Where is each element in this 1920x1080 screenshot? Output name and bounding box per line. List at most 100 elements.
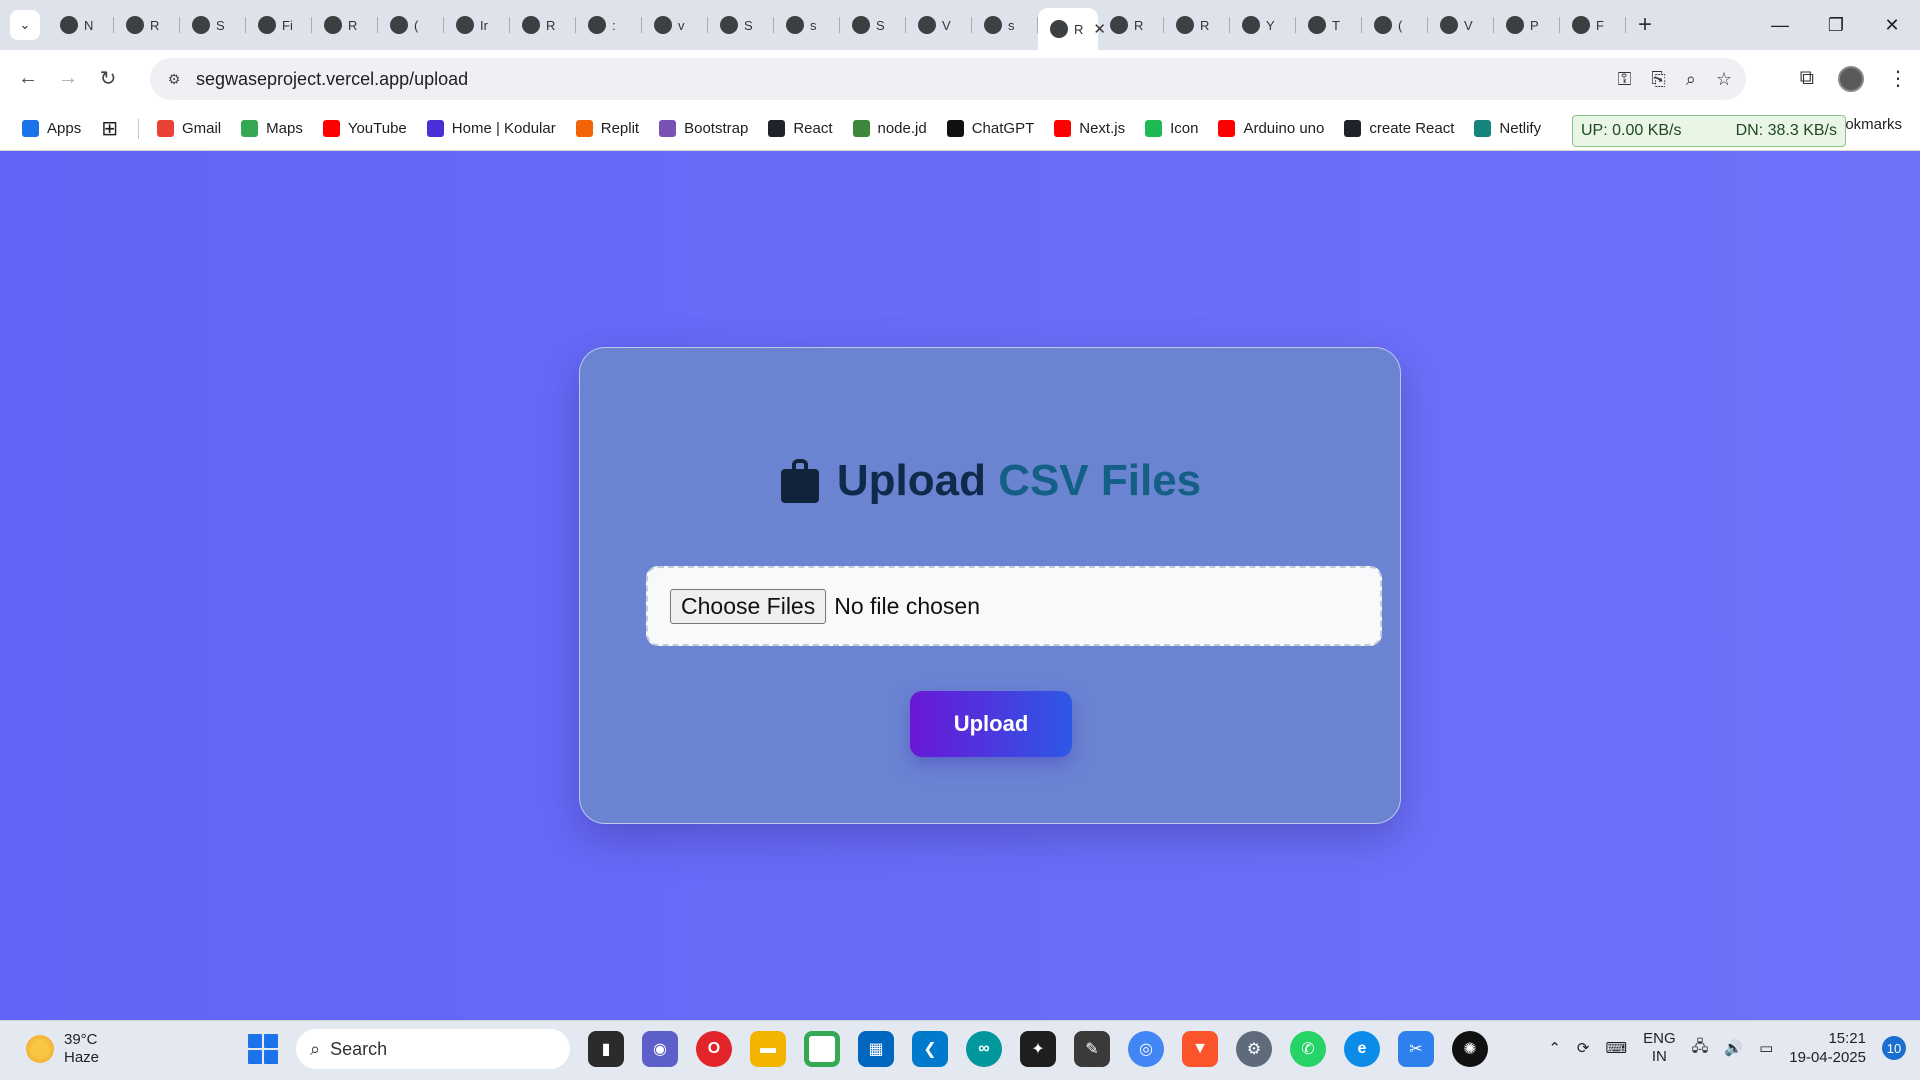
bookmark-item[interactable]: Maps (241, 120, 303, 137)
bookmark-item[interactable]: React (768, 120, 833, 137)
restore-icon[interactable]: ❐ (1808, 15, 1864, 36)
forward-arrow-icon[interactable]: → (48, 67, 88, 90)
apps-grid-icon[interactable]: ⊞ (101, 116, 118, 141)
browser-tab[interactable]: R (1164, 7, 1230, 43)
browser-tab[interactable]: R (510, 7, 576, 43)
weather-widget[interactable]: 39°C Haze (26, 1031, 99, 1067)
bookmark-item[interactable]: Bootstrap (659, 120, 748, 137)
bookmark-star-icon[interactable]: ☆ (1716, 69, 1732, 90)
browser-tab[interactable]: ( (378, 7, 444, 43)
tool-app-icon[interactable]: ✎ (1074, 1031, 1110, 1067)
title-text: Upload CSV Files (837, 456, 1201, 506)
url-text[interactable]: segwaseproject.vercel.app/upload (196, 69, 468, 90)
password-key-icon[interactable]: ⚿ (1618, 69, 1632, 90)
notification-badge[interactable]: 10 (1882, 1036, 1906, 1060)
bookmark-item[interactable]: Replit (575, 120, 639, 137)
shopping-bag-icon (780, 459, 819, 503)
edge-icon[interactable]: e (1344, 1031, 1380, 1067)
choose-files-button[interactable]: Choose Files (670, 588, 827, 624)
bookmark-item[interactable]: create React (1344, 120, 1454, 137)
task-view-icon[interactable]: ▮ (588, 1031, 624, 1067)
browser-tab[interactable]: : (576, 7, 642, 43)
back-arrow-icon[interactable]: ← (8, 67, 48, 90)
browser-tab[interactable]: R (1098, 7, 1164, 43)
bookmark-item[interactable]: node.jd (852, 120, 927, 137)
whatsapp-icon[interactable]: ✆ (1290, 1031, 1326, 1067)
browser-tab[interactable]: Ir (444, 7, 510, 43)
bookmark-item[interactable]: Next.js (1054, 120, 1125, 137)
bookmark-item[interactable]: YouTube (322, 120, 407, 137)
s-icon (1308, 16, 1326, 34)
close-window-icon[interactable]: ✕ (1864, 15, 1920, 36)
tab-title: s (1008, 17, 1015, 33)
minimize-icon[interactable]: — (1752, 15, 1808, 36)
browser-tab[interactable]: P (1494, 7, 1560, 43)
address-bar[interactable]: ⚙ segwaseproject.vercel.app/upload ⚿ ⎘ ⌕… (150, 58, 1746, 100)
battery-icon[interactable]: ▭ (1759, 1039, 1773, 1057)
figma-icon[interactable]: ✦ (1020, 1031, 1056, 1067)
openai-icon[interactable]: ✺ (1452, 1031, 1488, 1067)
extensions-icon[interactable]: ⧉ (1800, 67, 1814, 90)
browser-tab[interactable]: N (48, 7, 114, 43)
browser-tab[interactable]: R (114, 7, 180, 43)
sync-icon[interactable]: ⟳ (1577, 1039, 1590, 1057)
brave-icon[interactable]: ▼ (1182, 1031, 1218, 1067)
bookmark-item[interactable]: Icon (1145, 120, 1198, 137)
chevron-up-icon[interactable]: ⌃ (1548, 1039, 1561, 1057)
browser-tab[interactable]: F (1560, 7, 1626, 43)
keyboard-icon[interactable]: ⌨ (1605, 1039, 1627, 1057)
upload-speed: UP: 0.00 KB/s (1581, 122, 1682, 139)
tab-title: S (876, 17, 885, 33)
language-indicator[interactable]: ENG IN (1643, 1030, 1676, 1066)
bookmark-item[interactable]: Arduino uno (1218, 120, 1324, 137)
browser-tab[interactable]: Fi (246, 7, 312, 43)
browser-tab[interactable]: T (1296, 7, 1362, 43)
settings-gear-icon[interactable]: ⚙ (1236, 1031, 1272, 1067)
browser-tab[interactable]: S (708, 7, 774, 43)
reload-icon[interactable]: ↻ (88, 66, 128, 91)
browser-tab[interactable]: R (312, 7, 378, 43)
menu-kebab-icon[interactable]: ⋮ (1888, 66, 1908, 91)
chat-icon[interactable]: ◉ (642, 1031, 678, 1067)
all-bookmarks-label[interactable]: okmarks (1845, 116, 1902, 133)
arduino-icon[interactable]: ∞ (966, 1031, 1002, 1067)
clock[interactable]: 15:21 19-04-2025 (1789, 1029, 1866, 1067)
bookmark-item[interactable]: Home | Kodular (426, 120, 556, 137)
site-info-icon[interactable]: ⚙ (160, 65, 188, 93)
browser-tab[interactable]: s (774, 7, 840, 43)
browser-tab[interactable]: S (840, 7, 906, 43)
file-explorer-icon[interactable]: ▬ (750, 1031, 786, 1067)
bookmark-favicon-icon (241, 120, 259, 137)
profile-avatar[interactable] (1838, 65, 1864, 92)
zoom-icon[interactable]: ⌕ (1686, 69, 1696, 90)
install-app-icon[interactable]: ⎘ (1651, 69, 1665, 90)
browser-tab[interactable]: V (1428, 7, 1494, 43)
file-dropzone[interactable]: Choose Files No file chosen (646, 566, 1382, 646)
browser-tab[interactable]: S (180, 7, 246, 43)
new-tab-button[interactable]: + (1638, 11, 1652, 39)
network-icon[interactable]: 🖧 (1692, 1036, 1709, 1061)
snipping-tool-icon[interactable]: ✂ (1398, 1031, 1434, 1067)
store-icon[interactable]: ▦ (858, 1031, 894, 1067)
tab-search-button[interactable]: ⌄ (10, 10, 40, 40)
vscode-icon[interactable]: ❮ (912, 1031, 948, 1067)
upload-button[interactable]: Upload (910, 691, 1072, 757)
browser-tab[interactable]: R ✕ (1038, 8, 1106, 50)
react-icon (522, 16, 540, 34)
bookmark-item[interactable]: ChatGPT (946, 120, 1034, 137)
taskbar-search[interactable]: ⌕ Search (296, 1029, 570, 1069)
browser-tab[interactable]: v (642, 7, 708, 43)
browser-tab[interactable]: s (972, 7, 1038, 43)
opera-icon[interactable]: O (696, 1031, 732, 1067)
browser-tab[interactable]: V (906, 7, 972, 43)
windows-start-icon[interactable] (248, 1034, 278, 1064)
bookmark-item[interactable]: Apps (22, 120, 81, 137)
browser-tab[interactable]: Y (1230, 7, 1296, 43)
bookmark-label: Netlify (1499, 120, 1542, 137)
volume-icon[interactable]: 🔊 (1724, 1039, 1743, 1057)
browser-tab[interactable]: ( (1362, 7, 1428, 43)
chrome-icon[interactable] (804, 1031, 840, 1067)
bookmark-item[interactable]: Gmail (156, 120, 221, 137)
chrome-profile-icon[interactable]: ◎ (1128, 1031, 1164, 1067)
bookmark-item[interactable]: Netlify (1474, 120, 1541, 137)
